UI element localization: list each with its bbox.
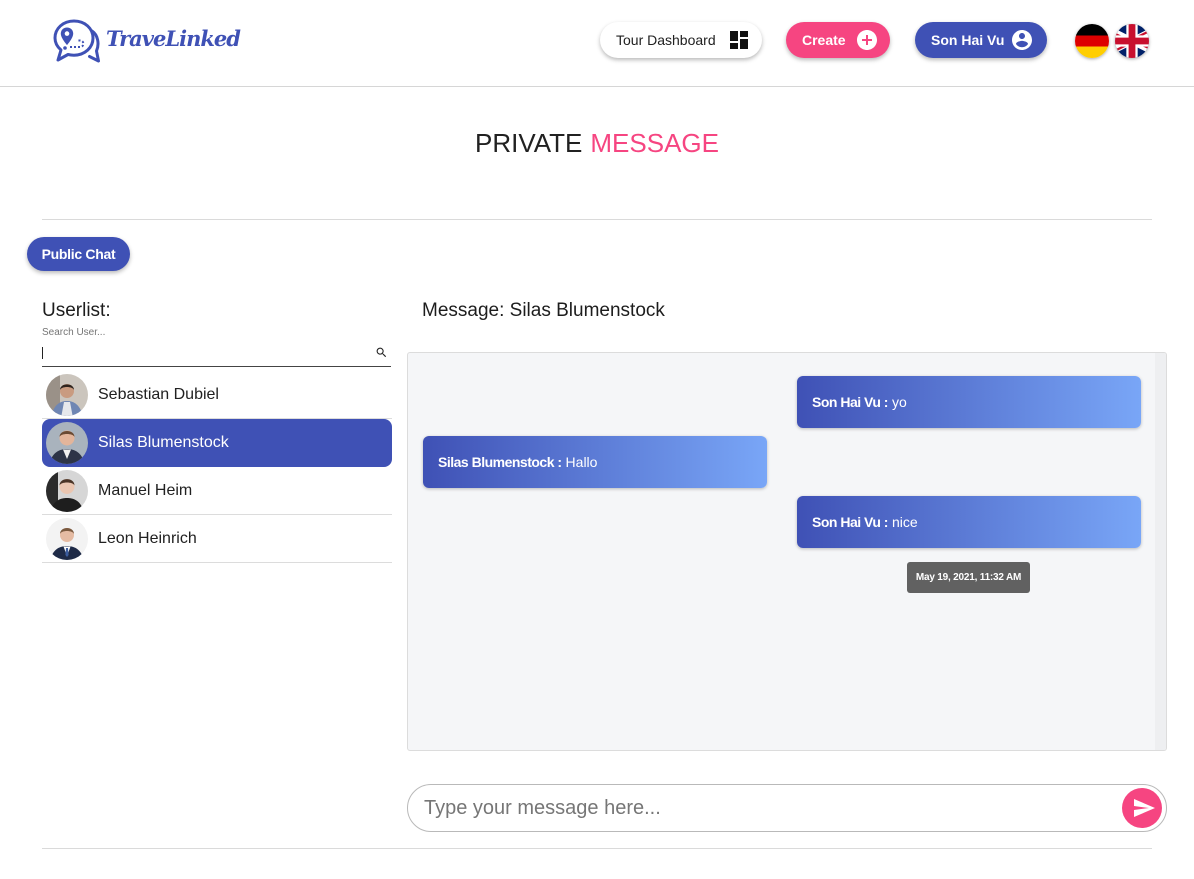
create-button[interactable]: Create [786,22,890,58]
chat-message[interactable]: Son Hai Vu : nice [797,496,1141,548]
message-sender: Silas Blumenstock : [438,454,562,470]
german-flag-icon[interactable] [1075,24,1109,58]
chat-message[interactable]: Son Hai Vu : yo [797,376,1141,428]
create-label: Create [802,32,846,48]
account-circle-icon [1010,28,1034,52]
userlist-heading: Userlist: [42,300,111,321]
message-composer[interactable] [407,784,1167,832]
user-list-item[interactable]: Sebastian Dubiel [42,371,392,419]
user-list-item[interactable]: Manuel Heim [42,467,392,515]
user-name: Silas Blumenstock [98,433,229,451]
user-list-item[interactable]: Leon Heinrich [42,515,392,563]
page-title-primary: PRIVATE [475,128,583,158]
send-icon [1129,796,1156,820]
travel-chat-pin-icon [52,18,100,64]
uk-flag-icon[interactable] [1115,24,1149,58]
top-divider [42,219,1152,220]
dashboard-icon [727,28,751,52]
search-user-field[interactable] [42,342,391,367]
message-text: Hallo [565,454,598,470]
tour-dashboard-label: Tour Dashboard [616,32,716,48]
user-list: Sebastian Dubiel Silas Blumenstock Manue… [42,371,392,563]
send-button[interactable] [1122,788,1162,828]
search-user-label: Search User... [42,327,106,338]
user-name: Manuel Heim [98,481,193,499]
logo[interactable]: TraveLinked [52,18,241,64]
bottom-divider [42,848,1152,849]
avatar [46,517,88,560]
conversation-heading: Message: Silas Blumenstock [422,300,665,321]
message-text: yo [891,394,907,410]
search-user-input[interactable] [42,342,362,365]
message-sender: Son Hai Vu : [812,514,888,530]
user-list-item[interactable]: Silas Blumenstock [42,419,392,467]
avatar [46,469,88,512]
message-history-panel[interactable]: Son Hai Vu : yo Silas Blumenstock : Hall… [407,352,1167,751]
search-icon[interactable] [375,346,388,359]
message-text: nice [891,514,918,530]
user-profile-button[interactable]: Son Hai Vu [915,22,1047,58]
avatar [46,373,88,416]
public-chat-button[interactable]: Public Chat [27,237,130,271]
scrollbar[interactable] [1155,353,1166,750]
user-name: Sebastian Dubiel [98,385,219,403]
tour-dashboard-button[interactable]: Tour Dashboard [600,22,762,58]
message-sender: Son Hai Vu : [812,394,888,410]
message-input[interactable] [424,785,1114,831]
avatar [46,421,88,464]
page-title: PRIVATE MESSAGE [0,128,1194,158]
text-caret [42,347,43,359]
timestamp-tooltip: May 19, 2021, 11:32 AM [907,562,1030,593]
logo-text: TraveLinked [106,26,241,51]
page-title-accent: MESSAGE [590,128,719,158]
add-circle-icon [855,28,879,52]
chat-message[interactable]: Silas Blumenstock : Hallo [423,436,767,488]
top-navbar: TraveLinked Tour Dashboard Create Son Ha… [0,0,1194,87]
user-profile-label: Son Hai Vu [931,32,1005,48]
user-name: Leon Heinrich [98,529,197,547]
